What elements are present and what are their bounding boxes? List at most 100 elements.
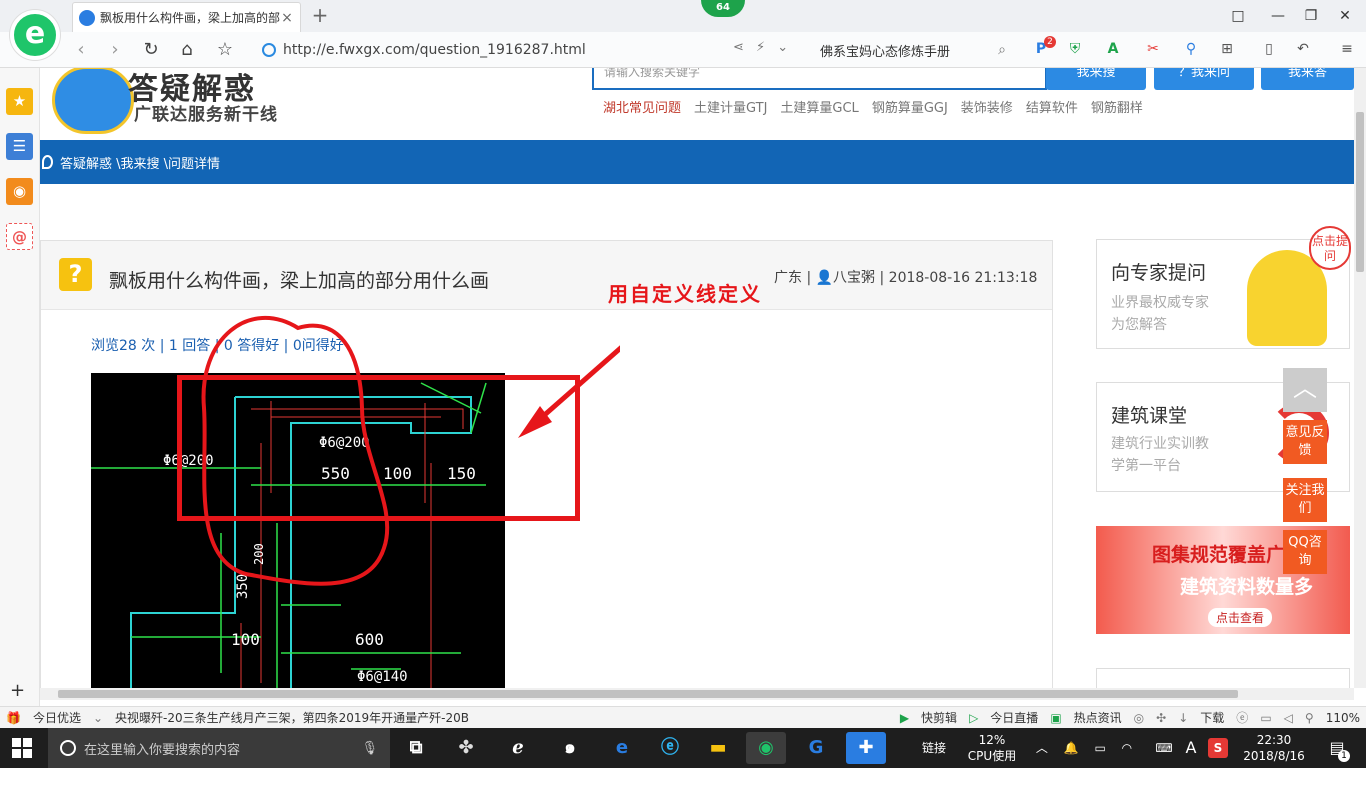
- today-picks[interactable]: 今日优选: [33, 709, 81, 726]
- scroll-thumb[interactable]: [1356, 112, 1364, 272]
- tray-icons[interactable]: ︿ 🔔 ▭ ◠ ◁: [1032, 728, 1142, 795]
- breadcrumb[interactable]: 答疑解惑 \我来搜 \问题详情: [60, 153, 220, 172]
- site-search-input[interactable]: 请输入搜索关键字: [592, 68, 1047, 90]
- ie-app-icon[interactable]: ⓔ: [650, 732, 690, 764]
- close-button[interactable]: ✕: [1333, 5, 1357, 27]
- window-icon[interactable]: ▭: [1260, 711, 1271, 725]
- feedback-button[interactable]: 意见反馈: [1283, 420, 1327, 464]
- breadcrumb-bar: 答疑解惑 \我来搜 \问题详情: [40, 140, 1354, 184]
- ask-bubble[interactable]: 点击提问: [1309, 226, 1351, 270]
- next-card[interactable]: [1096, 668, 1350, 688]
- skin-icon[interactable]: □: [1226, 5, 1250, 27]
- ask-button[interactable]: ？我来问: [1154, 68, 1254, 90]
- tools-icon[interactable]: ✣: [1156, 711, 1166, 725]
- translate-icon[interactable]: A: [1102, 38, 1124, 60]
- tab-favicon-icon: [79, 9, 95, 26]
- mail-icon[interactable]: @: [6, 223, 33, 250]
- ad-button[interactable]: 点击查看: [1208, 608, 1273, 627]
- sidebar-add-icon[interactable]: +: [10, 680, 25, 701]
- taskbar-search[interactable]: 在这里输入你要搜索的内容 🎙: [48, 728, 390, 768]
- weibo-icon[interactable]: ◉: [6, 178, 33, 205]
- shield-icon[interactable]: ⛨: [1064, 38, 1086, 60]
- browser-logo-icon[interactable]: e: [10, 10, 60, 60]
- ad-line-2: 建筑资料数量多: [1180, 576, 1314, 598]
- menu-icon[interactable]: ≡: [1336, 38, 1358, 60]
- clock[interactable]: 22:30 2018/8/16: [1234, 728, 1314, 768]
- task-view-icon[interactable]: ⧉: [396, 732, 436, 764]
- mic-icon[interactable]: 🎙: [361, 741, 378, 756]
- browser-e-icon[interactable]: ℯ: [498, 732, 538, 764]
- forward-icon[interactable]: ›: [102, 38, 128, 62]
- active-browser-icon[interactable]: ◉: [746, 732, 786, 764]
- nav-link[interactable]: 钢筋算量GGJ: [872, 97, 948, 116]
- status-item[interactable]: 热点资讯: [1074, 709, 1122, 726]
- refresh-icon[interactable]: ↻: [138, 38, 164, 62]
- nav-link[interactable]: 钢筋翻样: [1091, 97, 1143, 116]
- cpu-monitor[interactable]: 12% CPU使用: [958, 728, 1026, 768]
- qq-button[interactable]: QQ咨询: [1283, 530, 1327, 574]
- back-icon[interactable]: ‹: [68, 38, 94, 62]
- ask-expert-card[interactable]: 向专家提问 业界最权威专家 为您解答 点击提问: [1096, 226, 1351, 349]
- windows-start-icon[interactable]: [12, 738, 32, 758]
- apps-icon[interactable]: ⊞: [1216, 38, 1238, 60]
- site-logo[interactable]: 答疑解惑 广联达服务新干线: [40, 68, 300, 140]
- glodon-app-icon[interactable]: G: [796, 732, 836, 764]
- nav-link[interactable]: 土建计量GTJ: [694, 97, 767, 116]
- search-button[interactable]: 我来搜: [1046, 68, 1146, 90]
- search-icon[interactable]: ⌕: [998, 42, 1006, 58]
- browser-tab[interactable]: 飘板用什么构件画，梁上加高的部 ×: [72, 2, 301, 32]
- horizontal-scrollbar[interactable]: [40, 688, 1354, 700]
- status-item[interactable]: 快剪辑: [921, 709, 957, 726]
- reading-list-icon[interactable]: ☰: [6, 133, 33, 160]
- browser-status-bar: 🎁 今日优选 ⌄ 央视曝歼-20三条生产线月产三架，第四条2019年开通量产歼-…: [0, 706, 1366, 728]
- status-item[interactable]: 今日直播: [990, 709, 1038, 726]
- ime-indicator[interactable]: A: [1180, 728, 1202, 768]
- sogou-icon[interactable]: S: [1208, 738, 1228, 758]
- home-icon[interactable]: ⌂: [174, 38, 200, 62]
- tab-title: 飘板用什么构件画，梁上加高的部: [100, 11, 280, 25]
- back-to-top-button[interactable]: ︿: [1283, 368, 1327, 412]
- news-ticker[interactable]: 央视曝歼-20三条生产线月产三架，第四条2019年开通量产歼-20B: [115, 709, 475, 726]
- search-box[interactable]: 佛系宝妈心态修炼手册 ⌕: [812, 37, 1012, 63]
- annotation-rectangle: [177, 375, 580, 521]
- mute-icon[interactable]: ◁: [1284, 711, 1293, 725]
- favorite-star-icon[interactable]: ☆: [212, 38, 238, 62]
- nav-link[interactable]: 湖北常见问题: [603, 97, 681, 116]
- follow-button[interactable]: 关注我们: [1283, 478, 1327, 522]
- maximize-button[interactable]: ❐: [1299, 5, 1323, 27]
- scroll-thumb[interactable]: [58, 690, 1238, 698]
- share-icon[interactable]: ⋖ ⚡ ⌄: [733, 40, 792, 55]
- scissors-icon[interactable]: ✂: [1142, 38, 1164, 60]
- status-item[interactable]: 下载: [1200, 709, 1224, 726]
- favorites-star-icon[interactable]: ★: [6, 88, 33, 115]
- action-center-icon[interactable]: ▤: [1322, 728, 1352, 768]
- nav-link[interactable]: 装饰装修: [961, 97, 1013, 116]
- speed-icon[interactable]: ◎: [1134, 711, 1144, 725]
- keyboard-icon[interactable]: ⌨: [1150, 728, 1178, 768]
- ie-icon[interactable]: ⓔ: [1236, 709, 1248, 726]
- zoom-icon[interactable]: ⚲: [1180, 38, 1202, 60]
- answer-button[interactable]: 我来答: [1261, 68, 1354, 90]
- cortana-icon: [60, 740, 76, 756]
- question-mark-icon: ?: [59, 258, 92, 291]
- link-label[interactable]: 链接: [914, 728, 954, 768]
- cad-label: 100: [231, 630, 260, 649]
- download-icon: ↓: [1178, 710, 1189, 725]
- zoom-level[interactable]: 110%: [1326, 711, 1360, 725]
- url-bar[interactable]: http://e.fwxgx.com/question_1916287.html: [262, 37, 807, 63]
- question-title: 飘板用什么构件画，梁上加高的部分用什么画: [109, 270, 490, 292]
- vertical-scrollbar[interactable]: [1354, 68, 1366, 688]
- question-meta: 广东 | 👤八宝粥 | 2018-08-16 21:13:18: [774, 270, 1038, 286]
- new-tab-button[interactable]: +: [310, 4, 330, 28]
- file-explorer-icon[interactable]: ▬: [698, 732, 738, 764]
- minimize-button[interactable]: —: [1266, 5, 1290, 27]
- app-spiral-icon[interactable]: ๑: [550, 732, 590, 764]
- fan-app-icon[interactable]: ✤: [446, 732, 486, 764]
- edge-icon[interactable]: e: [602, 732, 642, 764]
- nav-link[interactable]: 结算软件: [1026, 97, 1078, 116]
- phone-icon[interactable]: ▯: [1258, 38, 1280, 60]
- plus-app-icon[interactable]: ✚: [846, 732, 886, 764]
- nav-link[interactable]: 土建算量GCL: [780, 97, 858, 116]
- tab-close-icon[interactable]: ×: [280, 10, 294, 26]
- undo-icon[interactable]: ↶: [1292, 38, 1314, 60]
